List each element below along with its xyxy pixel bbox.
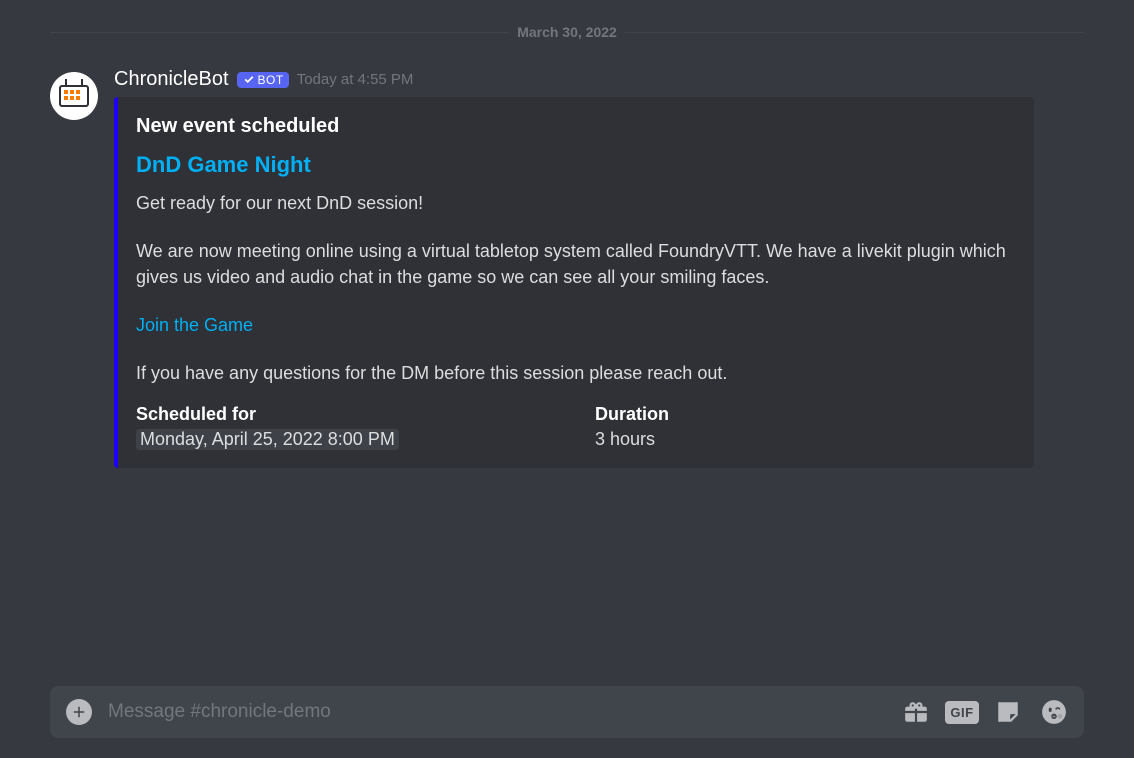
message-body: ChronicleBot BOT Today at 4:55 PM New ev…	[114, 68, 1084, 468]
divider-line	[625, 32, 1084, 33]
message-input-container: Message #chronicle-demo GIF	[50, 686, 1084, 738]
calendar-icon	[59, 83, 89, 109]
input-placeholder[interactable]: Message #chronicle-demo	[108, 701, 886, 723]
field-scheduled-value[interactable]: Monday, April 25, 2022 8:00 PM	[136, 429, 399, 450]
gif-button[interactable]: GIF	[948, 698, 976, 726]
bot-avatar[interactable]	[50, 72, 98, 120]
gift-button[interactable]	[902, 698, 930, 726]
embed-title: New event scheduled	[136, 115, 1014, 138]
message-timestamp: Today at 4:55 PM	[297, 71, 414, 88]
input-icons: GIF	[902, 698, 1068, 726]
field-duration-label: Duration	[595, 404, 1014, 425]
field-scheduled-label: Scheduled for	[136, 404, 555, 425]
plus-icon	[70, 703, 88, 721]
check-icon	[242, 73, 256, 87]
field-scheduled: Scheduled for Monday, April 25, 2022 8:0…	[136, 404, 555, 450]
gift-icon	[903, 699, 929, 725]
field-duration: Duration 3 hours	[595, 404, 1014, 450]
gif-icon: GIF	[945, 701, 978, 724]
field-duration-value: 3 hours	[595, 429, 1014, 450]
message: ChronicleBot BOT Today at 4:55 PM New ev…	[50, 64, 1084, 472]
emoji-button[interactable]	[1040, 698, 1068, 726]
chat-area: March 30, 2022 ChronicleBot BOT	[0, 0, 1134, 758]
attach-button[interactable]	[66, 699, 92, 725]
join-game-link[interactable]: Join the Game	[136, 312, 253, 338]
divider-date: March 30, 2022	[509, 24, 625, 40]
embed-para-2: We are now meeting online using a virtua…	[136, 238, 1014, 290]
embed-para-3: If you have any questions for the DM bef…	[136, 360, 1014, 386]
bot-tag: BOT	[237, 72, 289, 88]
divider-line	[50, 32, 509, 33]
bot-label: BOT	[258, 73, 284, 87]
event-title-link[interactable]: DnD Game Night	[136, 152, 311, 178]
emoji-icon	[1041, 699, 1067, 725]
sticker-button[interactable]	[994, 698, 1022, 726]
embed: New event scheduled DnD Game Night Get r…	[114, 97, 1034, 468]
embed-para-1: Get ready for our next DnD session!	[136, 190, 1014, 216]
author-name[interactable]: ChronicleBot	[114, 68, 229, 91]
embed-fields: Scheduled for Monday, April 25, 2022 8:0…	[136, 404, 1014, 450]
message-header: ChronicleBot BOT Today at 4:55 PM	[114, 68, 1084, 91]
embed-description: Get ready for our next DnD session! We a…	[136, 190, 1014, 386]
message-input[interactable]: Message #chronicle-demo GIF	[50, 686, 1084, 738]
sticker-icon	[995, 699, 1021, 725]
date-divider: March 30, 2022	[50, 0, 1084, 40]
